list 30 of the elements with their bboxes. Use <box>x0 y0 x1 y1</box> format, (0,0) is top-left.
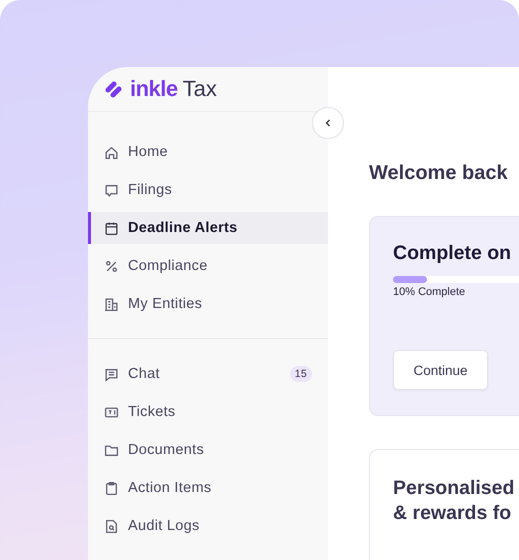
card-title: Personalised & rewards fo <box>393 476 516 526</box>
logo-icon <box>104 79 124 99</box>
brand-name: inkle <box>130 76 178 102</box>
sidebar-item[interactable]: Deadline Alerts <box>88 212 328 244</box>
ticket-icon <box>104 404 119 420</box>
count-badge: 15 <box>290 366 312 382</box>
home-icon <box>104 144 119 160</box>
building-icon <box>104 296 119 312</box>
progress-label: 10% Complete <box>393 286 466 298</box>
sidebar-item[interactable]: Action Items <box>88 472 328 504</box>
product-name: Tax <box>182 76 217 102</box>
sidebar-item[interactable]: My Entities <box>88 288 328 320</box>
chat-icon <box>104 366 119 382</box>
filings-icon <box>104 182 119 198</box>
chevron-left-icon <box>323 118 333 128</box>
continue-button[interactable]: Continue <box>393 350 488 390</box>
calendar-icon <box>104 220 119 236</box>
sidebar-item[interactable]: Documents <box>88 434 328 466</box>
file-icon <box>104 518 119 534</box>
sidebar-item[interactable]: Audit Logs <box>88 510 328 542</box>
welcome-heading: Welcome back <box>369 162 509 185</box>
folder-icon <box>104 442 119 458</box>
sidebar-item[interactable]: Compliance <box>88 250 328 282</box>
card-title: Complete on <box>393 241 512 266</box>
sidebar-item[interactable]: Chat 15 <box>88 358 328 390</box>
sidebar-item[interactable]: Tickets <box>88 396 328 428</box>
sidebar-item[interactable]: Home <box>88 136 328 168</box>
clipboard-icon <box>104 480 119 496</box>
percent-icon <box>104 258 119 274</box>
sidebar-item[interactable]: Filings <box>88 174 328 206</box>
